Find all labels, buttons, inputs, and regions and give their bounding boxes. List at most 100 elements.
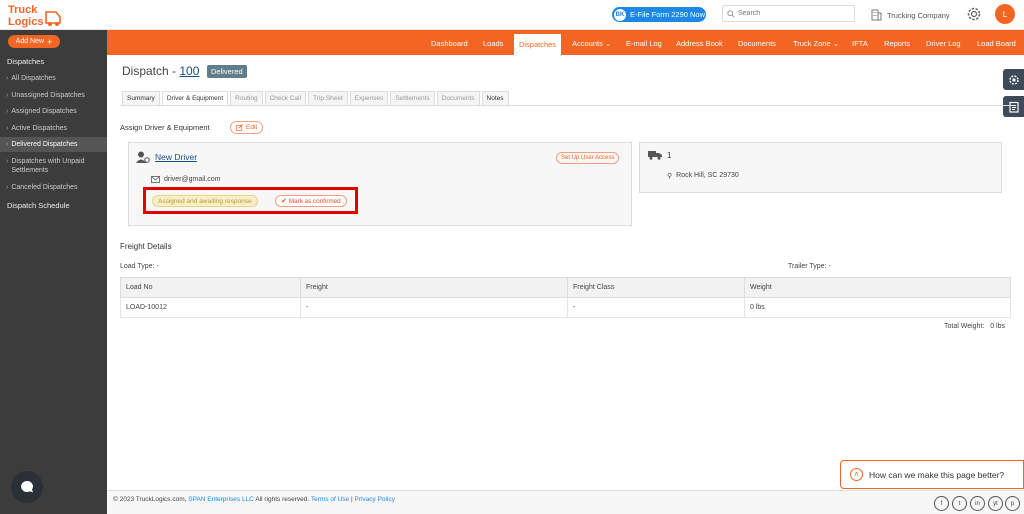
help-settings-button[interactable]	[1003, 69, 1024, 90]
sidebar-item-label: Dispatches with Unpaid Settlements	[11, 158, 85, 174]
truck-card	[639, 142, 1002, 193]
tab-documents[interactable]: Documents	[436, 91, 480, 106]
mark-as-confirmed-button[interactable]: ✔ Mark as confirmed	[275, 195, 347, 207]
nav-truck-zone[interactable]: Truck Zone ⌄	[793, 39, 839, 48]
table-cell: 0 lbs	[744, 297, 1011, 318]
sidebar-item-assigned-dispatches[interactable]: › Assigned Dispatches	[0, 107, 107, 117]
privacy-link[interactable]: Privacy Policy	[354, 496, 394, 503]
company-name: Trucking Company	[887, 10, 950, 20]
efile-2290-button[interactable]: BK E-File Form 2290 Now	[612, 7, 706, 22]
company-selector[interactable]: Trucking Company	[871, 8, 950, 22]
nav-dashboard[interactable]: Dashboard	[431, 39, 468, 48]
sidebar-item-all-dispatches[interactable]: › All Dispatches	[0, 74, 107, 84]
search-icon	[727, 9, 735, 18]
plus-icon: +	[47, 36, 53, 47]
feedback-widget[interactable]: ˄ How can we make this page better?	[840, 460, 1024, 489]
chevron-right-icon: ›	[6, 75, 9, 82]
nav-email-log[interactable]: E-mail Log	[626, 39, 662, 48]
chevron-down-icon: ⌄	[604, 39, 612, 48]
chevron-right-icon: ›	[6, 108, 9, 115]
total-weight-label: Total Weight:	[944, 323, 985, 330]
sidebar-item-unassigned-dispatches[interactable]: › Unassigned Dispatches	[0, 91, 107, 101]
twitter-icon[interactable]: t	[952, 496, 967, 511]
sidebar-item-label: Unassigned Dispatches	[11, 92, 85, 99]
nav-accounts-label: Accounts	[572, 39, 603, 48]
edit-button[interactable]: Edit	[230, 121, 264, 134]
sidebar-item-label: Canceled Dispatches	[11, 184, 78, 191]
driver-email: driver@gmail.com	[151, 176, 221, 183]
truck-location: ⚲ Rock Hill, SC 29730	[667, 172, 739, 180]
dispatch-tabs: Summary Driver & Equipment Routing Check…	[122, 91, 509, 106]
tab-settlements[interactable]: Settlements	[390, 91, 435, 106]
nav-dispatches[interactable]: Dispatches	[514, 34, 561, 55]
add-new-label: Add New	[15, 38, 45, 45]
notes-panel-button[interactable]	[1003, 96, 1024, 117]
tab-notes[interactable]: Notes	[481, 91, 509, 106]
chevron-right-icon: ›	[6, 92, 9, 99]
driver-user-icon	[136, 151, 150, 163]
nav-documents[interactable]: Documents	[738, 39, 776, 48]
nav-address-book[interactable]: Address Book	[676, 39, 723, 48]
span-enterprises-link[interactable]: SPAN Enterprises LLC	[188, 496, 254, 503]
feedback-label: How can we make this page better?	[869, 469, 1005, 480]
column-header: Load No	[120, 277, 301, 298]
envelope-icon	[151, 176, 160, 183]
set-up-user-access-button[interactable]: Set Up User Access	[556, 152, 620, 164]
sidebar-item-canceled-dispatches[interactable]: › Canceled Dispatches	[0, 183, 107, 193]
truck-number: 1	[667, 151, 672, 160]
chat-bubble-icon	[21, 481, 33, 493]
sidebar-item-label: Delivered Dispatches	[11, 141, 78, 148]
nav-loads[interactable]: Loads	[483, 39, 503, 48]
terms-link[interactable]: Terms of Use	[311, 496, 349, 503]
sidebar-item-delivered-dispatches[interactable]: › Delivered Dispatches	[0, 137, 107, 152]
table-row: LOAD-10012 - - 0 lbs	[120, 297, 1011, 318]
sidebar-item-dispatch-schedule[interactable]: Dispatch Schedule	[7, 201, 70, 210]
sidebar-item-active-dispatches[interactable]: › Active Dispatches	[0, 124, 107, 134]
total-weight: Total Weight: 0 lbs	[944, 323, 1005, 330]
settings-gear-icon[interactable]	[966, 6, 982, 22]
nav-driver-log[interactable]: Driver Log	[926, 39, 961, 48]
facebook-icon[interactable]: f	[934, 496, 949, 511]
chat-button[interactable]	[11, 471, 43, 503]
add-new-button[interactable]: Add New +	[8, 35, 60, 48]
copyright-text: © 2023 TruckLogics.com,	[113, 496, 187, 503]
tab-driver-equipment[interactable]: Driver & Equipment	[161, 91, 229, 106]
truck-location-text: Rock Hill, SC 29730	[676, 172, 739, 179]
dispatch-number-link[interactable]: 100	[179, 64, 199, 78]
search-box[interactable]	[722, 5, 855, 22]
pinterest-icon[interactable]: p	[1005, 496, 1020, 511]
tab-routing[interactable]: Routing	[230, 91, 263, 106]
linkedin-icon[interactable]: in	[970, 496, 985, 511]
tab-summary[interactable]: Summary	[122, 91, 160, 106]
tab-expenses[interactable]: Expenses	[349, 91, 389, 106]
search-input[interactable]	[738, 10, 848, 17]
map-pin-icon: ⚲	[667, 173, 673, 180]
sidebar-section-dispatches[interactable]: Dispatches	[7, 57, 44, 66]
sidebar-item-unpaid-settlements[interactable]: › Dispatches with Unpaid Settlements	[0, 157, 107, 177]
assign-heading: Assign Driver & Equipment	[120, 123, 210, 132]
table-cell: LOAD-10012	[120, 297, 301, 318]
table-cell: -	[300, 297, 568, 318]
nav-load-board[interactable]: Load Board	[977, 39, 1016, 48]
youtube-icon[interactable]: yt	[988, 496, 1003, 511]
tab-check-call[interactable]: Check Call	[264, 91, 307, 106]
chevron-down-icon: ⌄	[832, 39, 840, 48]
chevron-right-icon: ›	[6, 184, 9, 191]
page-title: Dispatch - 100	[122, 64, 199, 78]
status-badge: Delivered	[207, 65, 247, 78]
nav-ifta[interactable]: IFTA	[852, 39, 868, 48]
tab-divider	[120, 105, 1012, 106]
trucklogics-logo[interactable]: Truck Logics	[6, 2, 62, 28]
chevron-right-icon: ›	[6, 141, 9, 148]
trailer-type: Trailer Type: -	[788, 263, 831, 270]
nav-reports[interactable]: Reports	[884, 39, 910, 48]
driver-name-link[interactable]: New Driver	[155, 152, 197, 162]
logo-text-truck: Truck	[8, 4, 38, 16]
sidebar	[0, 30, 107, 514]
column-header: Weight	[744, 277, 1011, 298]
sidebar-item-label: All Dispatches	[11, 75, 56, 82]
tab-trip-sheet[interactable]: Trip Sheet	[308, 91, 348, 106]
gear-icon	[1008, 74, 1019, 85]
user-avatar[interactable]: L	[995, 4, 1015, 24]
nav-accounts[interactable]: Accounts ⌄	[572, 39, 611, 48]
